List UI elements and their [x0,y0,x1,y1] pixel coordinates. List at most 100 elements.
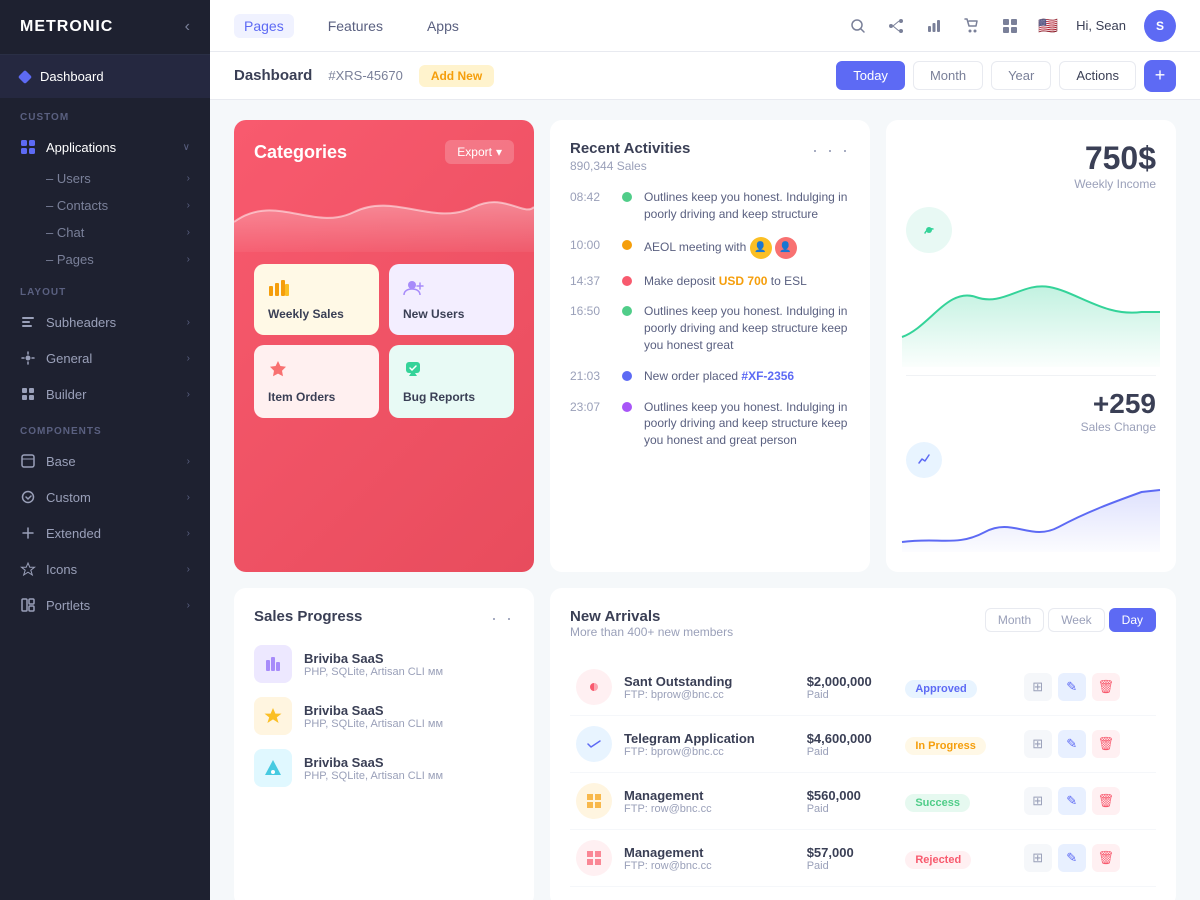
activity-time: 21:03 [570,369,610,383]
activity-time: 10:00 [570,238,610,252]
activity-dot [622,371,632,381]
copy-icon-3[interactable]: ⊞ [1024,787,1052,815]
copy-icon-2[interactable]: ⊞ [1024,730,1052,758]
activity-item: 21:03 New order placed #XF-2356 [570,368,850,385]
activity-text: Outlines keep you honest. Indulging in p… [644,399,850,449]
paid-telegram: Paid [807,746,894,758]
paid-sant: Paid [807,689,894,701]
sidebar-sub-users[interactable]: – Users › [0,165,210,192]
sales-name-3: Briviba SaaS [304,755,514,770]
chart-icon[interactable] [924,16,944,36]
sidebar-collapse-icon[interactable]: ‹ [185,18,190,36]
sidebar-item-extended[interactable]: Extended › [0,515,210,551]
cart-icon[interactable] [962,16,982,36]
tile-bug-reports[interactable]: Bug Reports [389,345,514,418]
general-icon [20,350,36,366]
general-label: General [46,351,92,366]
sidebar-item-base[interactable]: Base › [0,443,210,479]
grid-icon[interactable] [1000,16,1020,36]
sidebar-item-applications[interactable]: Applications ∨ [0,129,210,165]
copy-icon-4[interactable]: ⊞ [1024,844,1052,872]
action-icons-mgmt2: ⊞ ✎ 🗑 [1024,844,1150,872]
arrivals-subtitle: More than 400+ new members [570,625,733,639]
sidebar-sub-pages[interactable]: – Pages › [0,246,210,273]
copy-icon[interactable]: ⊞ [1024,673,1052,701]
add-icon-button[interactable]: + [1144,60,1176,92]
activity-text: AEOL meeting with 👤 👤 [644,237,797,259]
actions-button[interactable]: Actions [1059,61,1136,90]
wave-chart [234,172,534,252]
custom-label: Custom [46,490,91,505]
edit-icon-4[interactable]: ✎ [1058,844,1086,872]
user-avatar[interactable]: S [1144,10,1176,42]
topnav-tabs: Pages Features Apps [234,14,469,38]
sidebar-sub-chat[interactable]: – Chat › [0,219,210,246]
delete-icon-3[interactable]: 🗑 [1092,787,1120,815]
tab-month[interactable]: Month [985,608,1044,632]
delete-icon-4[interactable]: 🗑 [1092,844,1120,872]
app-name-mgmt1: Management [624,788,795,803]
sidebar-item-subheaders[interactable]: Subheaders › [0,304,210,340]
app-ftp-sant: FTP: bprow@bnc.cc [624,689,795,701]
tab-apps[interactable]: Apps [417,14,469,38]
share-icon[interactable] [886,16,906,36]
delete-icon[interactable]: 🗑 [1092,673,1120,701]
app-ftp-mgmt1: FTP: row@bnc.cc [624,803,795,815]
extended-chevron-icon: › [187,528,190,539]
builder-label: Builder [46,387,86,402]
add-new-button[interactable]: Add New [419,65,494,87]
sales-menu[interactable]: · · [491,608,514,629]
tile-new-users[interactable]: New Users [389,264,514,335]
sales-desc-3: PHP, SQLite, Artisan CLI мм [304,770,514,782]
edit-icon-2[interactable]: ✎ [1058,730,1086,758]
sidebar-item-general[interactable]: General › [0,340,210,376]
sales-change-amount: +259 [1081,388,1156,420]
edit-icon-3[interactable]: ✎ [1058,787,1086,815]
activities-menu[interactable]: · · · [812,140,850,161]
action-icons-sant: ⊞ ✎ 🗑 [1024,673,1150,701]
activity-item: 10:00 AEOL meeting with 👤 👤 [570,237,850,259]
app-name-telegram: Telegram Application [624,731,795,746]
flag-icon[interactable]: 🇺🇸 [1038,16,1058,36]
tab-pages[interactable]: Pages [234,14,294,38]
sales-info-2: Briviba SaaS PHP, SQLite, Artisan CLI мм [304,703,514,730]
weekly-sales-label: Weekly Sales [268,307,365,321]
app-ftp-mgmt2: FTP: row@bnc.cc [624,860,795,872]
tile-item-orders[interactable]: Item Orders [254,345,379,418]
applications-chevron-icon: ∨ [183,142,190,153]
users-chevron-icon: › [187,173,190,184]
sidebar-item-portlets[interactable]: Portlets › [0,587,210,623]
tab-features[interactable]: Features [318,14,393,38]
portlets-icon [20,597,36,613]
sidebar-dashboard-item[interactable]: Dashboard [0,55,210,98]
tile-weekly-sales[interactable]: Weekly Sales [254,264,379,335]
sidebar-item-builder[interactable]: Builder › [0,376,210,412]
sidebar-item-custom[interactable]: Custom › [0,479,210,515]
period-year-button[interactable]: Year [991,61,1051,90]
export-button[interactable]: Export ▾ [445,140,514,164]
sales-progress-header: Sales Progress · · [254,608,514,629]
period-month-button[interactable]: Month [913,61,983,90]
tab-week[interactable]: Week [1048,608,1104,632]
delete-icon-2[interactable]: 🗑 [1092,730,1120,758]
arrivals-title: New Arrivals [570,608,733,625]
sidebar-item-icons[interactable]: Icons › [0,551,210,587]
activity-time: 08:42 [570,190,610,204]
arrivals-header: New Arrivals More than 400+ new members … [570,608,1156,655]
subheader: Dashboard #XRS-45670 Add New Today Month… [210,52,1200,100]
search-icon[interactable] [848,16,868,36]
edit-icon[interactable]: ✎ [1058,673,1086,701]
user-greeting: Hi, Sean [1076,18,1126,33]
amount-mgmt2: $57,000 [807,845,894,860]
sidebar-sub-contacts[interactable]: – Contacts › [0,192,210,219]
period-today-button[interactable]: Today [836,61,905,90]
table-row: Management FTP: row@bnc.cc $57,000 Paid … [570,830,1156,887]
tab-day[interactable]: Day [1109,608,1156,632]
bug-reports-label: Bug Reports [403,390,500,404]
activity-dot [622,402,632,412]
income-icon [906,207,952,253]
item-orders-label: Item Orders [268,390,365,404]
applications-icon [20,139,36,155]
subheaders-label: Subheaders [46,315,116,330]
extended-label: Extended [46,526,101,541]
